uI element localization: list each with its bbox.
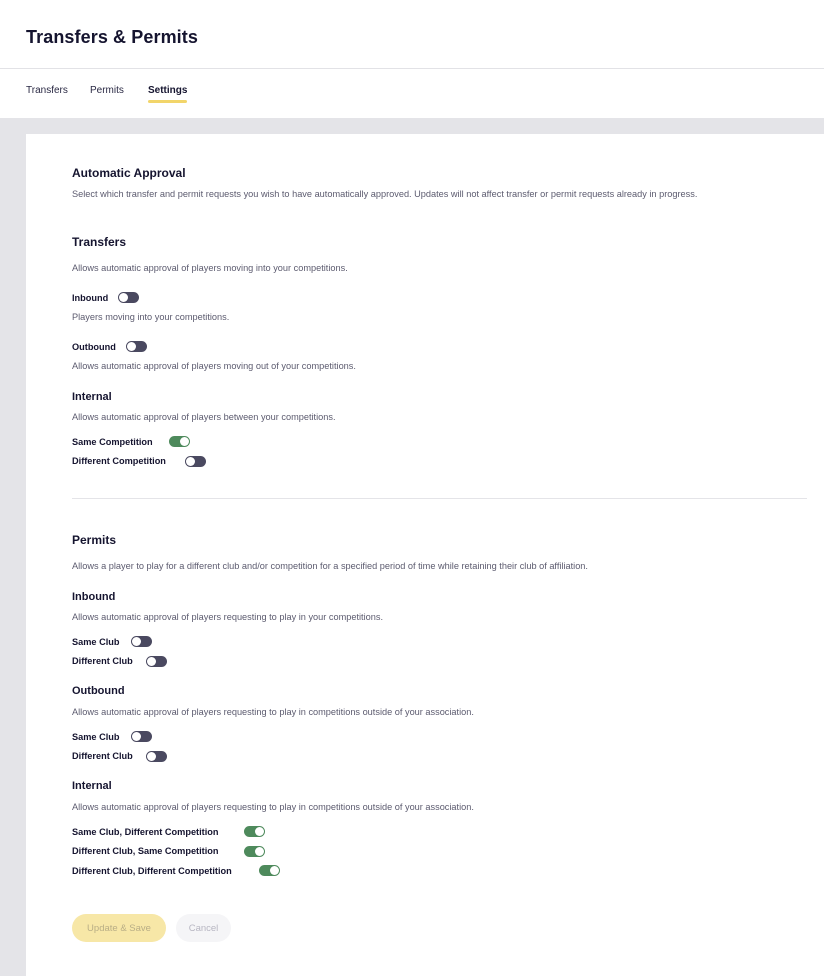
- tab-bar: Transfers Permits Settings: [0, 69, 824, 118]
- permits-internal-description: Allows automatic approval of players req…: [72, 802, 474, 812]
- transfers-outbound-toggle[interactable]: [126, 341, 147, 352]
- cancel-button[interactable]: Cancel: [176, 914, 231, 942]
- transfers-inbound-toggle[interactable]: [118, 292, 139, 303]
- transfers-inbound-description: Players moving into your competitions.: [72, 312, 230, 322]
- permits-outbound-title: Outbound: [72, 685, 125, 697]
- permits-title: Permits: [72, 533, 117, 547]
- transfers-internal-title: Internal: [72, 391, 112, 403]
- permits-internal-different-club-different-competition-toggle[interactable]: [259, 865, 280, 876]
- permits-description: Allows a player to play for a different …: [72, 561, 588, 571]
- auto-approval-title: Automatic Approval: [72, 166, 186, 180]
- page-header: Transfers & Permits: [0, 0, 824, 69]
- transfers-inbound-label: Inbound: [72, 293, 109, 303]
- permits-inbound-different-club-label: Different Club: [72, 656, 133, 666]
- transfers-internal-different-competition-toggle[interactable]: [185, 456, 206, 467]
- permits-outbound-same-club-label: Same Club: [72, 732, 120, 742]
- permits-internal-different-club-same-competition-toggle[interactable]: [244, 846, 265, 857]
- transfers-outbound-description: Allows automatic approval of players mov…: [72, 361, 356, 371]
- transfers-title: Transfers: [72, 235, 127, 249]
- tab-settings[interactable]: Settings: [148, 85, 188, 103]
- permits-inbound-different-club-toggle[interactable]: [146, 656, 167, 667]
- permits-outbound-different-club-toggle[interactable]: [146, 751, 167, 762]
- auto-approval-description: Select which transfer and permit request…: [72, 189, 698, 199]
- permits-inbound-same-club-toggle[interactable]: [131, 636, 152, 647]
- transfers-description: Allows automatic approval of players mov…: [72, 263, 348, 273]
- transfers-outbound-label: Outbound: [72, 342, 116, 352]
- transfers-internal-different-competition-label: Different Competition: [72, 456, 166, 466]
- permits-outbound-description: Allows automatic approval of players req…: [72, 707, 474, 717]
- update-save-button[interactable]: Update & Save: [72, 914, 166, 942]
- tab-permits[interactable]: Permits: [90, 85, 124, 96]
- transfers-internal-same-competition-label: Same Competition: [72, 437, 153, 447]
- page-title: Transfers & Permits: [26, 27, 198, 47]
- permits-internal-same-club-different-competition-label: Same Club, Different Competition: [72, 827, 219, 837]
- permits-inbound-same-club-label: Same Club: [72, 637, 120, 647]
- tab-transfers[interactable]: Transfers: [26, 85, 68, 96]
- permits-internal-same-club-different-competition-toggle[interactable]: [244, 826, 265, 837]
- permits-inbound-description: Allows automatic approval of players req…: [72, 612, 384, 622]
- section-divider: [72, 498, 807, 499]
- permits-outbound-same-club-toggle[interactable]: [131, 731, 152, 742]
- permits-internal-different-club-different-competition-label: Different Club, Different Competition: [72, 866, 232, 876]
- permits-outbound-different-club-label: Different Club: [72, 751, 133, 761]
- transfers-internal-same-competition-toggle[interactable]: [169, 436, 190, 447]
- permits-inbound-title: Inbound: [72, 591, 116, 603]
- permits-internal-different-club-same-competition-label: Different Club, Same Competition: [72, 846, 219, 856]
- transfers-internal-description: Allows automatic approval of players bet…: [72, 412, 336, 422]
- permits-internal-title: Internal: [72, 780, 112, 792]
